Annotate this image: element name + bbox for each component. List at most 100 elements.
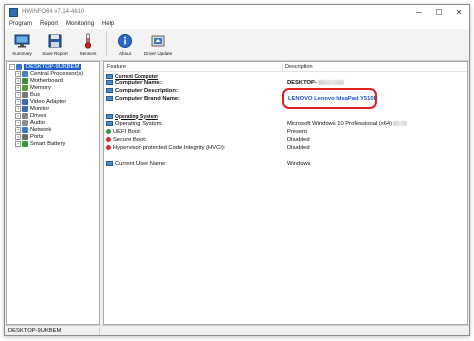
tree-root[interactable]: − DESKTOP-9UKBEM [9,63,82,70]
summary-label: Summary [12,51,32,56]
about-button[interactable]: About [110,29,140,59]
close-button[interactable]: ✕ [449,5,469,19]
row-computer-name[interactable]: Computer Name: [106,79,162,86]
tree-item-label: Central Processor(s) [30,70,84,77]
tree-item-network[interactable]: + Network [15,126,51,133]
row-label: Operating System: [115,120,164,127]
tree-item-label: Drives [30,112,47,119]
expand-icon[interactable]: + [15,98,21,105]
driver-update-button[interactable]: Driver Update [143,29,173,59]
row-secure-boot[interactable]: Secure Boot: [106,136,147,143]
computer-name-value: DESKTOP- [287,79,344,86]
save-report-label: Save Report [42,51,68,56]
details-pane: Feature Description Current Computer Com… [103,61,468,325]
monitor-icon [22,105,28,112]
current-user-value: Windows [287,160,311,167]
tree-item-label: Network [30,126,52,133]
expand-icon[interactable]: + [15,126,21,133]
tree-item-label: Memory [30,84,51,91]
sensors-button[interactable]: Sensors [73,29,103,59]
column-divider[interactable] [282,63,283,71]
tree-item-label: Motherboard [30,77,63,84]
expand-icon[interactable]: + [15,84,21,91]
computer-icon [106,88,113,93]
os-value: Microsoft Windows 10 Professional (x64) [287,120,408,127]
tree-item-video-adapter[interactable]: + Video Adapter [15,98,66,105]
cpu-icon [22,70,28,77]
header-divider [104,71,467,72]
tree-item-motherboard[interactable]: + Motherboard [15,77,63,84]
secure-boot-value: Disabled [287,136,310,143]
tree-item-audio[interactable]: + Audio [15,119,45,126]
toolbar: Summary Save Report Sensors About Driver… [5,29,469,61]
row-label: Current User Name: [115,160,167,167]
computer-name-text: DESKTOP- [287,79,317,86]
info-icon [118,34,132,48]
expand-icon[interactable]: + [15,119,21,126]
driver-update-label: Driver Update [143,51,173,56]
save-icon [48,34,62,48]
expand-icon[interactable]: + [15,140,21,147]
sensors-label: Sensors [79,51,97,56]
maximize-button[interactable]: ☐ [429,5,449,19]
battery-icon [22,140,28,147]
windows-icon [106,114,113,119]
motherboard-icon [22,77,28,84]
tree-item-label: Ports [30,133,44,140]
row-label: Hypervisor-protected Code Integrity (HVC… [113,144,226,151]
summary-button[interactable]: Summary [7,29,37,59]
menu-bar: Program Report Monitoring Help [5,19,469,29]
tree-item-smart-battery[interactable]: + Smart Battery [15,140,65,147]
row-computer-brand[interactable]: Computer Brand Name: [106,95,180,102]
row-computer-description[interactable]: Computer Description: [106,87,178,94]
expand-icon[interactable]: + [15,91,21,98]
row-label: Computer Description: [115,87,178,94]
tree-item-label: Monitor [30,105,50,112]
title-bar: HWiNFO64 v7.14-4610 ─ ☐ ✕ [5,5,469,19]
tree-item-drives[interactable]: + Drives [15,112,46,119]
expand-icon[interactable]: + [15,133,21,140]
row-hvci[interactable]: Hypervisor-protected Code Integrity (HVC… [106,144,225,151]
window-title: HWiNFO64 v7.14-4610 [22,9,85,15]
monitor-icon [14,34,30,48]
device-tree[interactable]: − DESKTOP-9UKBEM + Central Processor(s) … [6,61,100,325]
os-text: Microsoft Windows 10 Professional (x64) [287,120,393,127]
menu-monitoring[interactable]: Monitoring [62,21,98,27]
shield-check-icon [106,129,111,134]
tree-item-memory[interactable]: + Memory [15,84,51,91]
expand-icon[interactable]: + [15,112,21,119]
expand-icon[interactable]: + [15,70,21,77]
row-uefi-boot[interactable]: UEFI Boot: [106,128,141,135]
menu-program[interactable]: Program [5,21,36,27]
column-header-description[interactable]: Description [285,62,313,71]
expand-icon[interactable]: + [15,77,21,84]
memory-icon [22,84,28,91]
tree-item-ports[interactable]: + Ports [15,133,44,140]
tree-item-label: Smart Battery [30,140,66,147]
menu-help[interactable]: Help [98,21,118,27]
row-current-user[interactable]: Current User Name: [106,160,167,167]
collapse-icon[interactable]: − [9,63,15,70]
shield-warning-icon [106,145,111,150]
save-report-button[interactable]: Save Report [40,29,70,59]
tree-item-bus[interactable]: + Bus [15,91,40,98]
computer-icon [106,80,113,85]
about-label: About [118,51,131,56]
menu-report[interactable]: Report [36,21,62,27]
shield-warning-icon [106,137,111,142]
redacted-blur [317,80,344,85]
column-header-feature[interactable]: Feature [107,62,126,71]
user-icon [106,161,113,166]
status-divider [99,327,100,335]
toolbar-separator [106,31,107,57]
tree-item-label: Audio [30,119,45,126]
minimize-button[interactable]: ─ [409,5,429,19]
row-label: Computer Name: [115,79,162,86]
windows-icon [106,121,113,126]
tree-item-cpu[interactable]: + Central Processor(s) [15,70,83,77]
expand-icon[interactable]: + [15,105,21,112]
section-operating-system: Operating System [106,113,158,120]
driver-update-icon [151,35,165,47]
row-operating-system[interactable]: Operating System: [106,120,163,127]
tree-item-monitor[interactable]: + Monitor [15,105,49,112]
